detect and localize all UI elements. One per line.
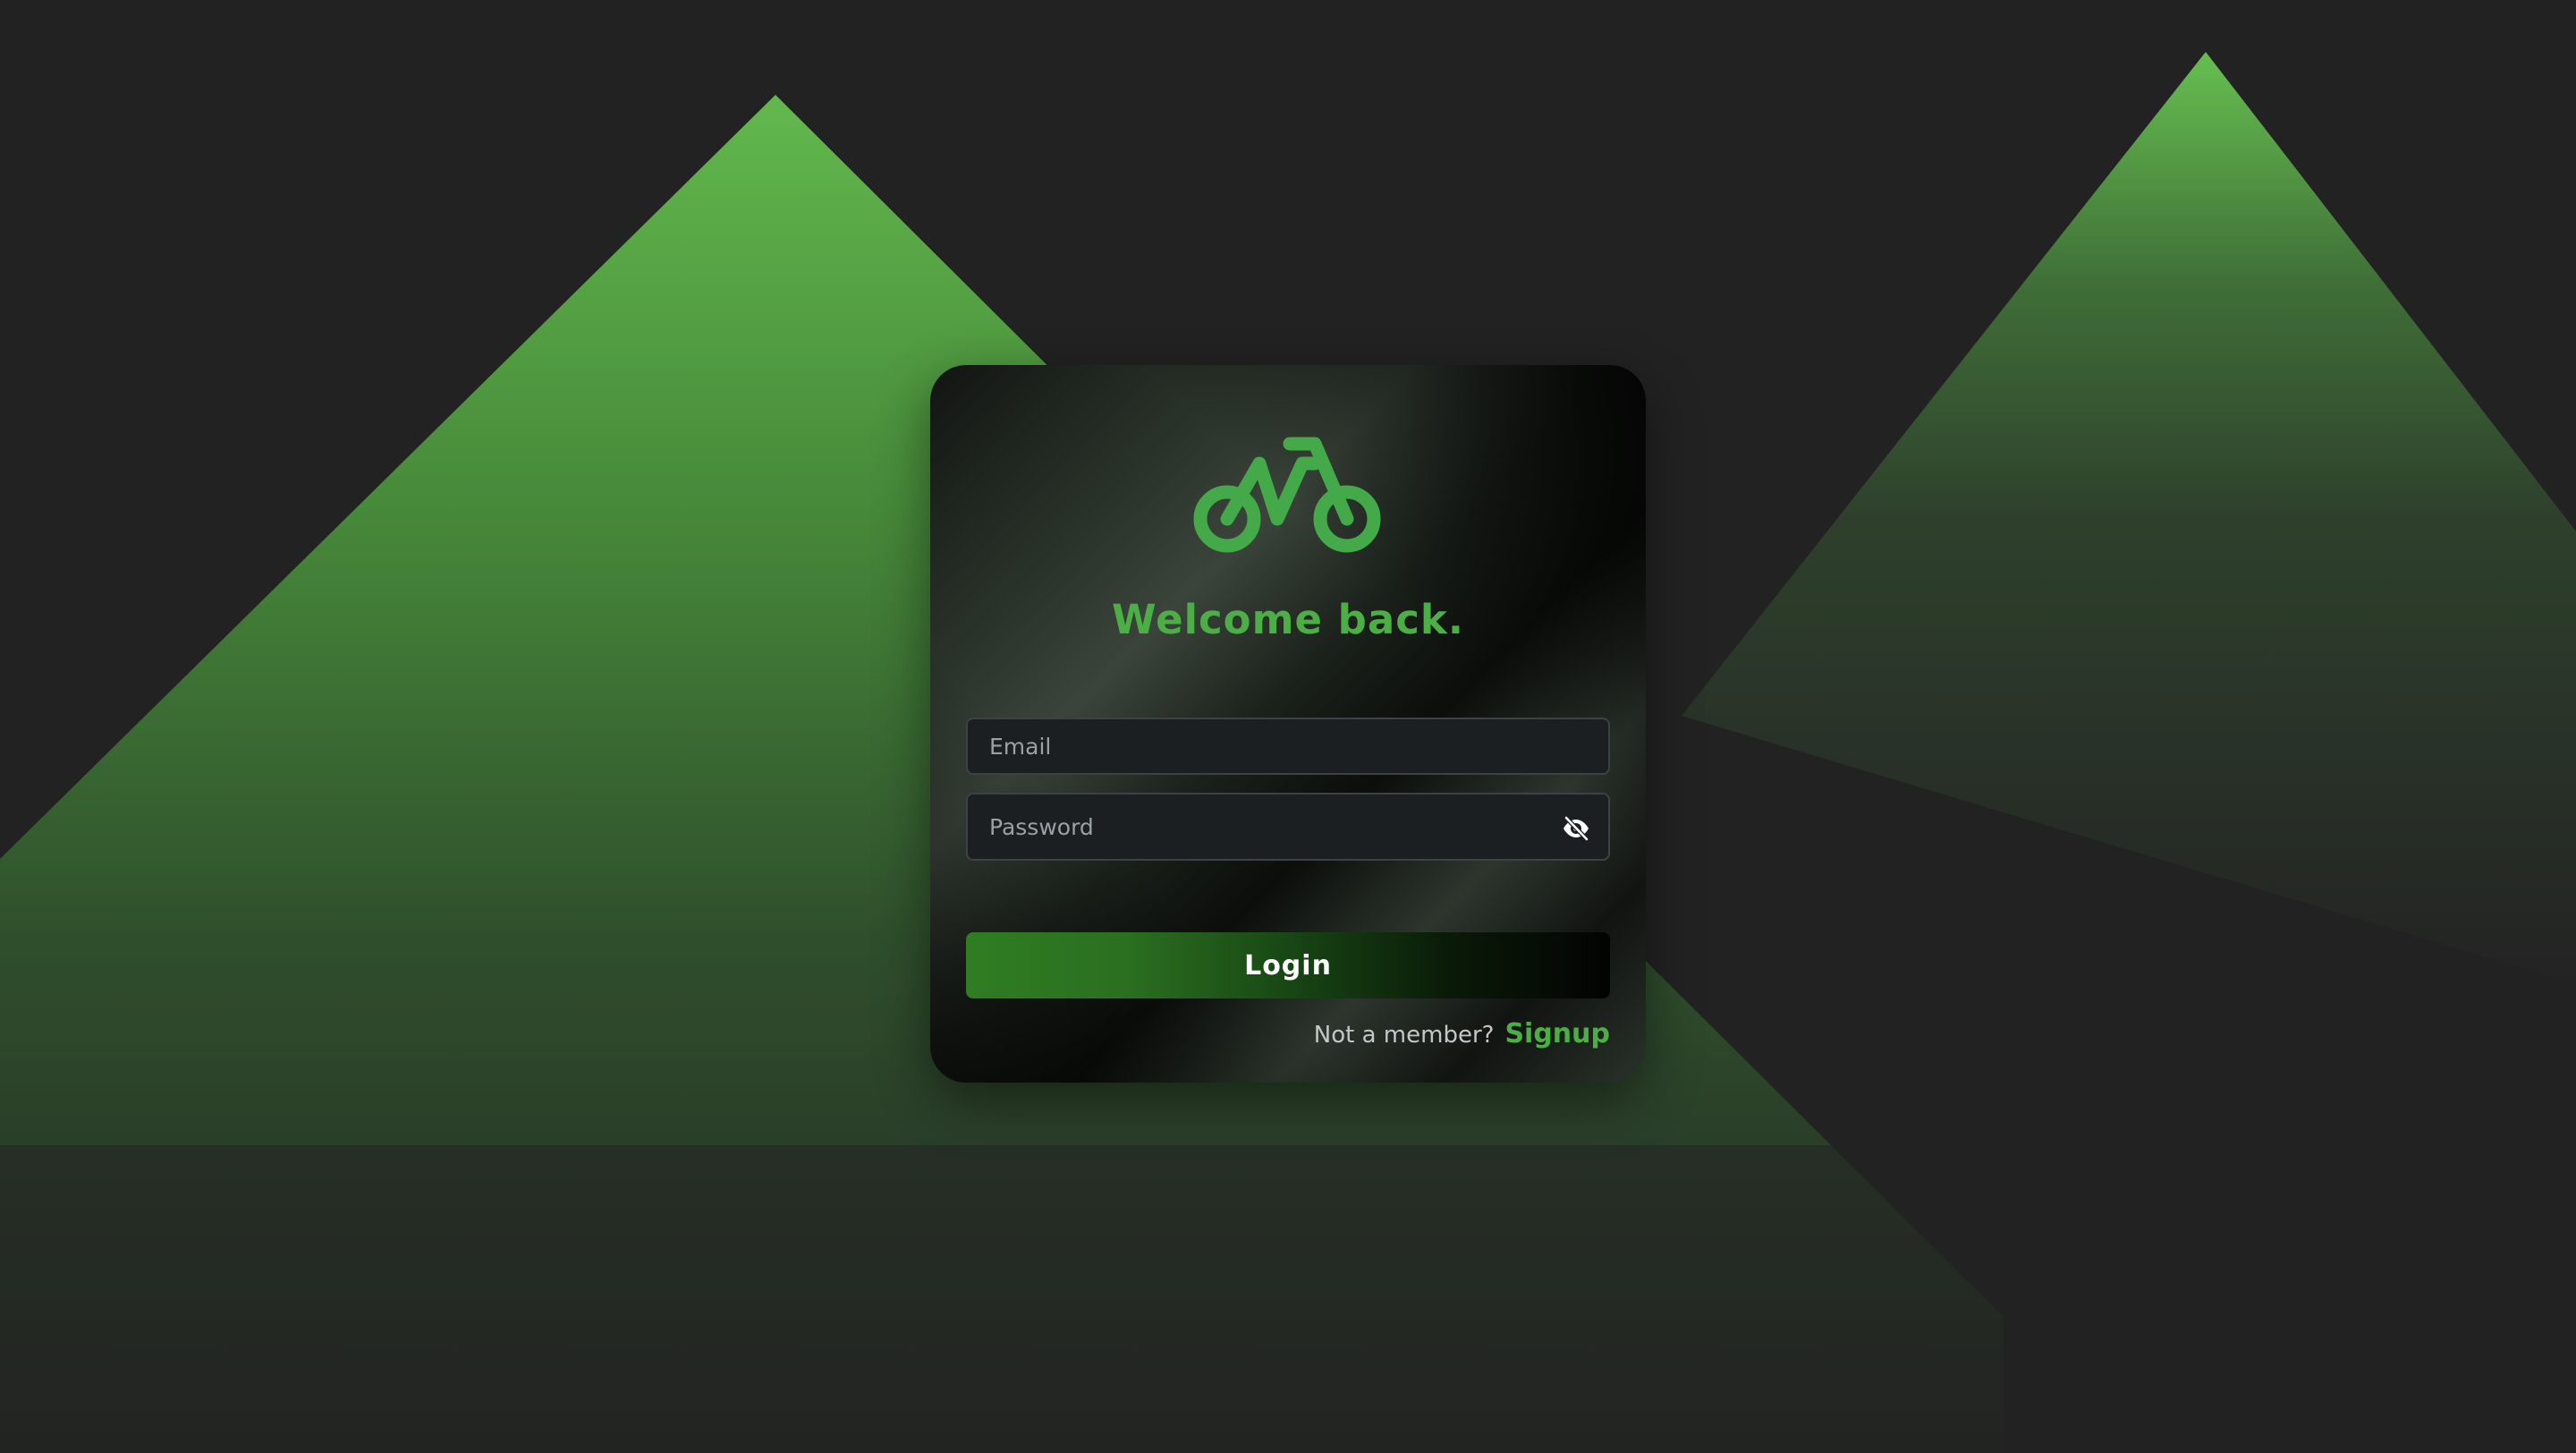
email-input[interactable]	[968, 719, 1608, 773]
email-field-wrapper	[966, 718, 1610, 775]
login-button[interactable]: Login	[966, 932, 1610, 998]
bottom-fade	[0, 1145, 2576, 1453]
mountain-right-shape	[1682, 52, 2576, 984]
welcome-title: Welcome back.	[1112, 596, 1464, 643]
login-card: Welcome back. Login Not a member? Signup	[930, 365, 1646, 1083]
signup-row: Not a member? Signup	[1314, 1018, 1610, 1049]
eye-slash-icon[interactable]	[1562, 814, 1590, 843]
password-field-wrapper	[966, 793, 1610, 861]
login-page: Welcome back. Login Not a member? Signup	[0, 0, 2576, 1453]
bicycle-logo-icon	[1193, 437, 1381, 553]
signup-prompt: Not a member?	[1313, 1022, 1495, 1049]
password-input[interactable]	[968, 794, 1608, 859]
signup-link[interactable]: Signup	[1504, 1018, 1610, 1049]
